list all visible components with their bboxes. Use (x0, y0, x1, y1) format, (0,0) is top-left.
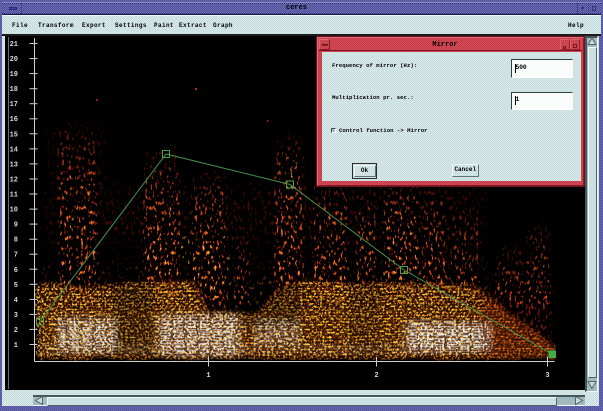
svg-text:10: 10 (10, 207, 18, 215)
svg-text:14: 14 (10, 146, 18, 154)
svg-text:9: 9 (14, 222, 18, 230)
svg-text:18: 18 (10, 86, 18, 94)
svg-text:11: 11 (10, 192, 18, 200)
svg-text:3: 3 (545, 372, 549, 380)
svg-text:16: 16 (10, 116, 18, 124)
svg-text:4: 4 (14, 297, 18, 305)
svg-text:3: 3 (14, 312, 18, 320)
svg-text:7: 7 (14, 252, 18, 260)
svg-text:19: 19 (10, 71, 18, 79)
svg-text:21: 21 (10, 41, 18, 49)
svg-text:20: 20 (10, 56, 18, 64)
svg-text:15: 15 (10, 131, 18, 139)
svg-text:2: 2 (374, 372, 378, 380)
svg-text:5: 5 (14, 282, 18, 290)
svg-text:1: 1 (206, 372, 210, 380)
svg-text:2: 2 (14, 327, 18, 335)
svg-text:6: 6 (14, 267, 18, 275)
svg-text:13: 13 (10, 161, 18, 169)
svg-text:12: 12 (10, 177, 18, 185)
svg-text:8: 8 (14, 237, 18, 245)
svg-text:17: 17 (10, 101, 18, 109)
svg-text:1: 1 (14, 342, 18, 350)
